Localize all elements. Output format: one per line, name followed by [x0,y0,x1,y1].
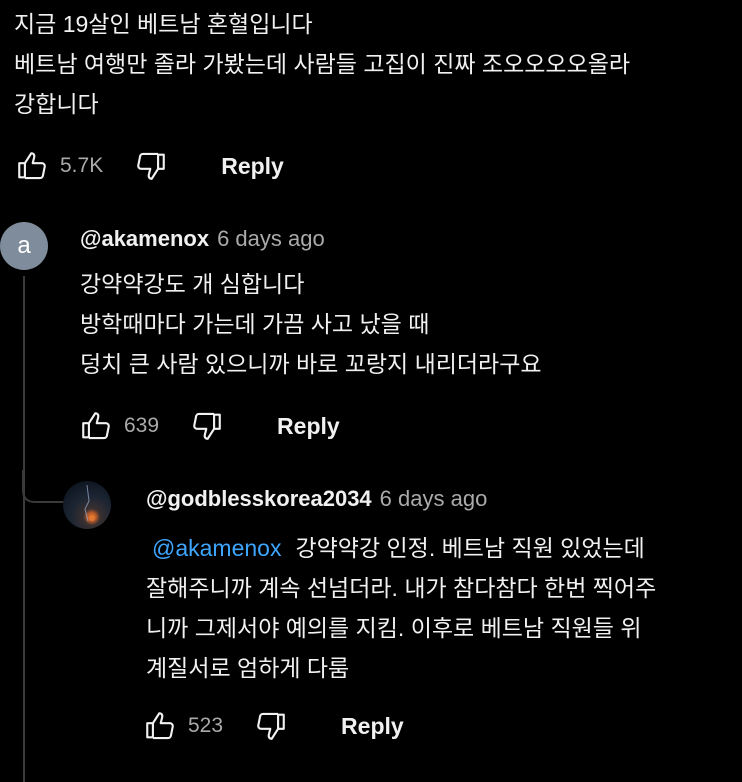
avatar[interactable] [63,481,111,529]
reply-header: @akamenox 6 days ago [80,226,325,252]
like-count: 5.7K [60,154,104,177]
reply-button[interactable]: Reply [221,153,284,180]
author-name[interactable]: @akamenox [80,226,209,251]
thumbs-down-icon[interactable] [189,406,225,446]
reply-body: @akamenox 강약약강 인정. 베트남 직원 있었는데 잘해주니까 계속 선… [146,528,656,688]
thumbs-up-icon[interactable] [14,146,50,186]
timestamp[interactable]: 6 days ago [380,486,488,511]
comment-line: 니까 그제서야 예의를 지킴. 이후로 베트남 직원들 위 [146,615,642,641]
comment-line: 방학때마다 가는데 가끔 사고 났을 때 [80,311,430,337]
comment-line: 지금 19살인 베트남 혼혈입니다 [14,11,313,37]
mention-link[interactable]: @akamenox [152,535,281,561]
comment-line: 강합니다 [14,91,99,117]
comment-line: 베트남 여행만 졸라 가봤는데 사람들 고집이 진짜 조오오오오올라 [14,51,631,77]
comment-line: @akamenox 강약약강 인정. 베트남 직원 있었는데 [146,528,656,568]
comment-line: 강약약강도 개 심합니다 [80,271,305,297]
reply-button[interactable]: Reply [277,413,340,440]
comment-line: 잘해주니까 계속 선넘더라. 내가 참다참다 한번 찍어주 [146,575,657,601]
comment-line: 덩치 큰 사람 있으니까 바로 꼬랑지 내리더라구요 [80,351,542,377]
comment-line: 계질서로 엄하게 다룸 [146,655,350,681]
comment-actions: 639 Reply [78,406,340,446]
comment-line-text: 강약약강 인정. 베트남 직원 있었는데 [295,535,645,561]
like-count: 523 [188,714,224,737]
author-name[interactable]: @godblesskorea2034 [146,486,372,511]
timestamp[interactable]: 6 days ago [217,226,325,251]
reply-button[interactable]: Reply [341,713,404,740]
thumbs-up-icon[interactable] [142,706,178,746]
comment-body: 지금 19살인 베트남 혼혈입니다 베트남 여행만 졸라 가봤는데 사람들 고집… [14,4,630,124]
comment-actions: 523 Reply [142,706,404,746]
avatar-letter: a [17,232,31,259]
thumbs-down-icon[interactable] [133,146,169,186]
avatar[interactable]: a [0,222,48,270]
top-comment: 지금 19살인 베트남 혼혈입니다 베트남 여행만 졸라 가봤는데 사람들 고집… [14,4,630,124]
thread-line [23,276,25,782]
reply-header: @godblesskorea2034 6 days ago [146,486,487,512]
avatar-image [84,484,95,522]
comment-actions: 5.7K Reply [14,146,284,186]
thumbs-down-icon[interactable] [253,706,289,746]
reply-body: 강약약강도 개 심합니다 방학때마다 가는데 가끔 사고 났을 때 덩치 큰 사… [80,264,542,384]
like-count: 639 [124,414,160,437]
thumbs-up-icon[interactable] [78,406,114,446]
